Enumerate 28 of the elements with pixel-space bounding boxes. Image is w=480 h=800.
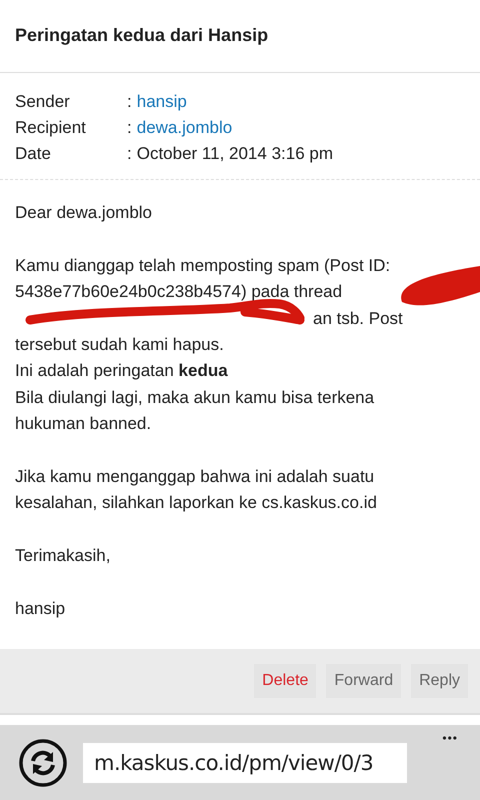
- body-text: Dear dewa.jomblo: [15, 202, 154, 224]
- colon: :: [127, 91, 132, 113]
- meta-link[interactable]: hansip: [136, 89, 187, 115]
- colon: :: [127, 117, 132, 139]
- meta-label: Date: [15, 143, 52, 165]
- meta-label: Sender: [15, 91, 71, 113]
- body-text: hansip: [15, 598, 66, 620]
- address-field[interactable]: m.kaskus.co.id/pm/view/0/3: [83, 742, 407, 782]
- body-text: Jika kamu menganggap bahwa ini adalah suatu: [15, 466, 376, 488]
- meta-value: October 11, 2014 3:16 pm: [136, 143, 333, 165]
- more-menu[interactable]: •••: [442, 731, 458, 745]
- action-button[interactable]: Reply: [411, 664, 468, 698]
- meta-link[interactable]: dewa.jomblo: [136, 115, 232, 141]
- colon: :: [127, 143, 132, 165]
- refresh-icon[interactable]: [18, 738, 68, 788]
- body-text: Ini adalah peringatan kedua: [15, 360, 229, 382]
- body-text: an tsb. Post: [312, 308, 404, 330]
- body-text: Terimakasih,: [15, 545, 112, 568]
- meta-label: Recipient: [15, 117, 87, 139]
- body-text: tersebut sudah kami hapus.: [15, 334, 225, 356]
- body-text: Bila diulangi lagi, maka akun kamu bisa terkena: [15, 386, 376, 409]
- action-button[interactable]: Forward: [326, 664, 402, 698]
- body-text: Kamu dianggap telah memposting spam (Post ID:: [15, 254, 392, 277]
- message-title: Peringatan kedua dari Hansip: [0, 0, 480, 73]
- body-text: 5438e77b60e24b0c238b4574) pada thread: [15, 281, 344, 304]
- body-text: hukuman banned.: [15, 413, 152, 436]
- body-text: kesalahan, silahkan laporkan ke cs.kaskus.co.id: [15, 492, 378, 514]
- action-button[interactable]: Delete: [254, 664, 316, 698]
